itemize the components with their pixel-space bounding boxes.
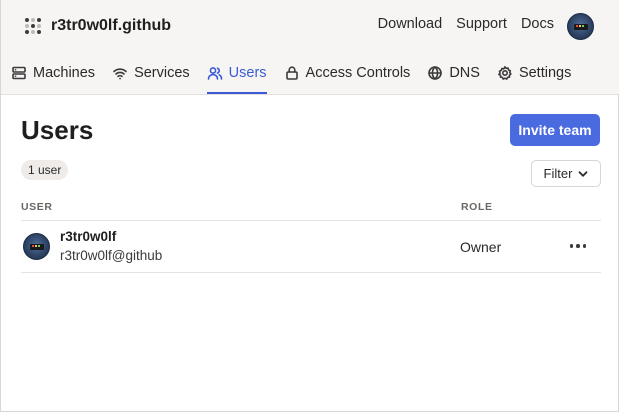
tailnet-name: r3tr0w0lf.github xyxy=(51,17,172,34)
user-avatar xyxy=(23,233,50,260)
filter-button[interactable]: Filter xyxy=(531,160,601,187)
table-divider xyxy=(21,272,601,273)
invite-team-button[interactable]: Invite team xyxy=(510,114,600,146)
user-count-badge: 1 user xyxy=(21,160,69,180)
page-title: Users xyxy=(21,115,94,145)
app-window: r3tr0w0lf.github Download Support Docs M… xyxy=(0,0,619,412)
brand[interactable]: r3tr0w0lf.github xyxy=(25,14,171,38)
globe-icon xyxy=(428,66,443,80)
tab-label: Settings xyxy=(518,65,572,81)
tab-dns[interactable]: DNS xyxy=(427,58,480,88)
tab-access-controls[interactable]: Access Controls xyxy=(284,58,411,88)
grid-dots-icon xyxy=(25,18,41,34)
docs-link[interactable]: Docs xyxy=(521,16,554,32)
chevron-down-icon xyxy=(579,170,588,177)
gear-icon xyxy=(498,66,512,80)
tab-services[interactable]: Services xyxy=(112,58,190,88)
account-avatar[interactable] xyxy=(567,13,594,40)
tab-users[interactable]: Users xyxy=(206,58,267,94)
server-icon xyxy=(12,66,26,80)
tab-settings[interactable]: Settings xyxy=(497,58,571,88)
main-tabs: Machines Services Users Access Controls … xyxy=(11,58,588,95)
column-header-user: USER xyxy=(21,201,53,213)
lock-icon xyxy=(285,66,298,80)
table-divider xyxy=(21,220,601,221)
top-header: r3tr0w0lf.github Download Support Docs M… xyxy=(1,0,619,95)
top-links: Download Support Docs xyxy=(378,16,554,32)
wifi-icon xyxy=(113,68,127,80)
tab-label: Access Controls xyxy=(305,65,411,81)
user-name: r3tr0w0lf xyxy=(60,229,117,244)
download-link[interactable]: Download xyxy=(378,16,443,32)
tab-label: Services xyxy=(134,65,190,81)
tab-label: Users xyxy=(228,65,267,81)
support-link[interactable]: Support xyxy=(456,16,507,32)
filter-label: Filter xyxy=(543,166,573,181)
tab-label: DNS xyxy=(449,65,480,81)
tab-label: Machines xyxy=(33,65,96,81)
column-header-role: ROLE xyxy=(461,201,493,213)
tab-machines[interactable]: Machines xyxy=(11,58,95,88)
user-email: r3tr0w0lf@github xyxy=(60,248,163,263)
more-options-icon[interactable] xyxy=(567,238,589,254)
user-role: Owner xyxy=(460,239,502,255)
users-icon xyxy=(207,67,222,80)
